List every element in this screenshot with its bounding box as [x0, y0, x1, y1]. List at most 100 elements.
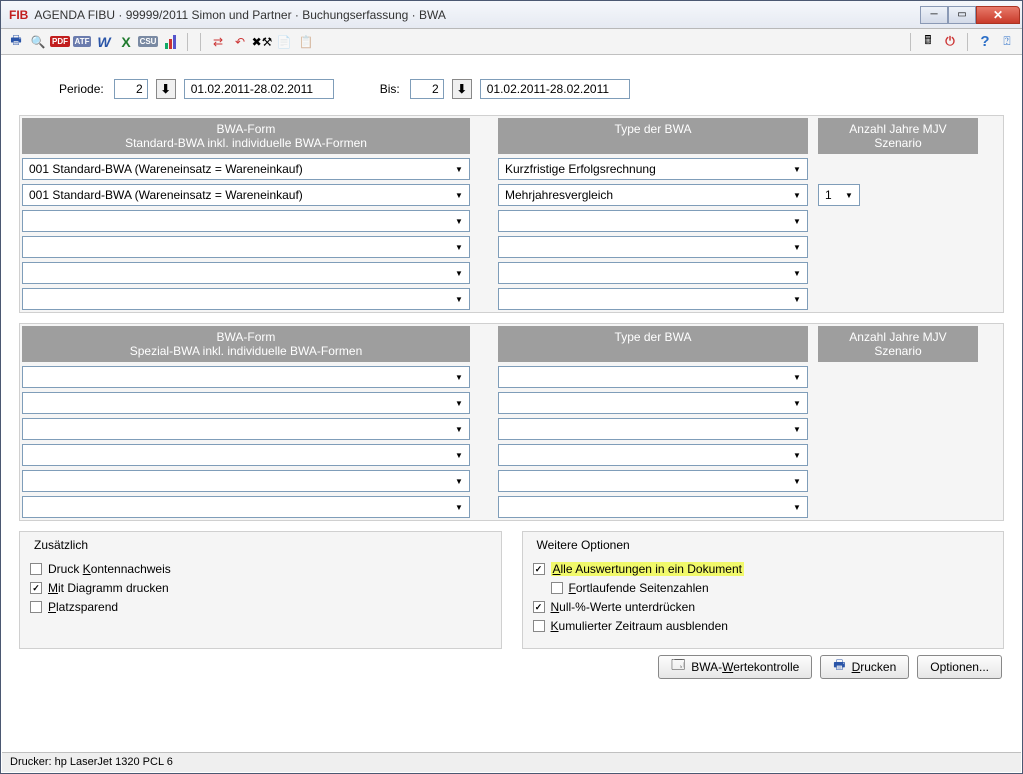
bwa-form-combo[interactable]: ▼: [22, 392, 470, 414]
col-header-type: Type der BWA: [498, 118, 808, 154]
period-from-date[interactable]: [184, 79, 334, 99]
col-header-bwa-form-2: BWA-Form Spezial-BWA inkl. individuelle …: [22, 326, 470, 362]
lbl-platzsparend: Platzsparend: [48, 600, 118, 614]
chevron-down-icon: ▼: [451, 369, 467, 385]
bwa-type-combo[interactable]: ▼: [498, 444, 808, 466]
chevron-down-icon: ▼: [451, 291, 467, 307]
bwa-type-combo[interactable]: ▼: [498, 470, 808, 492]
period-to-date[interactable]: [480, 79, 630, 99]
spz-row: ▼▼: [22, 418, 1001, 440]
zusaetzlich-title: Zusätzlich: [30, 538, 491, 552]
spz-row: ▼▼: [22, 496, 1001, 518]
period-to-picker[interactable]: ⬇: [452, 79, 472, 99]
bwa-type-combo[interactable]: ▼: [498, 236, 808, 258]
bwa-form-combo[interactable]: 001 Standard-BWA (Wareneinsatz = Warenei…: [22, 158, 470, 180]
print-icon-btn: 🖶: [833, 656, 845, 678]
bwa-form-combo[interactable]: ▼: [22, 366, 470, 388]
chk-platzsparend[interactable]: [30, 601, 42, 613]
bwa-form-combo[interactable]: ▼: [22, 262, 470, 284]
col-header-type-2: Type der BWA: [498, 326, 808, 362]
paste-icon[interactable]: 📋: [297, 33, 315, 51]
word-icon[interactable]: W: [95, 33, 113, 51]
chevron-down-icon: ▼: [451, 395, 467, 411]
bwa-form-combo[interactable]: 001 Standard-BWA (Wareneinsatz = Warenei…: [22, 184, 470, 206]
chk-diagramm[interactable]: [30, 582, 42, 594]
optionen-button[interactable]: Optionen...: [917, 655, 1002, 679]
col-header-mjv: Anzahl Jahre MJV Szenario: [818, 118, 978, 154]
bwa-wertekontrolle-button[interactable]: 🗔 BWA-Wertekontrolle: [658, 655, 812, 679]
tools-icon[interactable]: ✖⚒: [253, 33, 271, 51]
bwa-form-combo[interactable]: ▼: [22, 444, 470, 466]
chevron-down-icon: ▼: [841, 187, 857, 203]
chevron-down-icon: ▼: [789, 291, 805, 307]
chevron-down-icon: ▼: [451, 187, 467, 203]
excel-icon[interactable]: X: [117, 33, 135, 51]
chevron-down-icon: ▼: [789, 161, 805, 177]
chk-alle-auswertungen[interactable]: [533, 563, 545, 575]
spz-row: ▼▼: [22, 470, 1001, 492]
chart-icon[interactable]: [161, 33, 179, 51]
bwa-type-combo[interactable]: ▼: [498, 496, 808, 518]
lbl-kontennachweis: Druck Kontennachweis: [48, 562, 171, 576]
whatsthis-icon[interactable]: ⍰: [998, 33, 1016, 51]
spz-row: ▼▼: [22, 366, 1001, 388]
bwa-form-combo[interactable]: ▼: [22, 496, 470, 518]
maximize-button[interactable]: ▭: [948, 6, 976, 24]
chk-fortlaufende[interactable]: [551, 582, 563, 594]
bwa-form-combo[interactable]: ▼: [22, 210, 470, 232]
chevron-down-icon: ▼: [451, 421, 467, 437]
bwa-type-combo[interactable]: ▼: [498, 210, 808, 232]
chevron-down-icon: ▼: [451, 213, 467, 229]
power-icon[interactable]: ⏻: [941, 33, 959, 51]
spz-row: ▼▼: [22, 392, 1001, 414]
zusaetzlich-panel: Zusätzlich Druck Kontennachweis Mit Diag…: [19, 531, 502, 649]
lbl-kumuliert: Kumulierter Zeitraum ausblenden: [551, 619, 728, 633]
period-to-input[interactable]: [410, 79, 444, 99]
bwa-type-combo[interactable]: ▼: [498, 262, 808, 284]
bwa-form-combo[interactable]: ▼: [22, 236, 470, 258]
mjv-combo[interactable]: 1▼: [818, 184, 860, 206]
chevron-down-icon: ▼: [789, 499, 805, 515]
bwa-type-combo[interactable]: ▼: [498, 288, 808, 310]
preview-icon[interactable]: 🔍: [29, 33, 47, 51]
bwa-form-combo[interactable]: ▼: [22, 418, 470, 440]
bwa-form-combo[interactable]: ▼: [22, 470, 470, 492]
atf-icon[interactable]: ATF: [73, 33, 91, 51]
weitere-optionen-panel: Weitere Optionen Alle Auswertungen in ei…: [522, 531, 1005, 649]
period-from-picker[interactable]: ⬇: [156, 79, 176, 99]
chk-kumuliert[interactable]: [533, 620, 545, 632]
minimize-button[interactable]: ─: [920, 6, 948, 24]
std-row: ▼▼: [22, 288, 1001, 310]
toolbar: 🖶 🔍 PDF ATF W X CSU ⇄ ↶ ✖⚒ 📄 📋 🖩 ⏻ ? ⍰: [1, 29, 1022, 55]
bwa-type-combo[interactable]: Kurzfristige Erfolgsrechnung▼: [498, 158, 808, 180]
swap-icon[interactable]: ⇄: [209, 33, 227, 51]
close-button[interactable]: ✕: [976, 6, 1020, 24]
chevron-down-icon: ▼: [451, 161, 467, 177]
std-row: 001 Standard-BWA (Wareneinsatz = Warenei…: [22, 158, 1001, 180]
csv-icon[interactable]: CSU: [139, 33, 157, 51]
copy-icon[interactable]: 📄: [275, 33, 293, 51]
col-header-bwa-form: BWA-Form Standard-BWA inkl. individuelle…: [22, 118, 470, 154]
calculator-icon[interactable]: 🖩: [919, 33, 937, 51]
lbl-diagramm: Mit Diagramm drucken: [48, 581, 169, 595]
undo-icon[interactable]: ↶: [231, 33, 249, 51]
pdf-icon[interactable]: PDF: [51, 33, 69, 51]
period-to-label: Bis:: [380, 82, 400, 96]
chk-kontennachweis[interactable]: [30, 563, 42, 575]
chevron-down-icon: ▼: [451, 473, 467, 489]
bwa-form-combo[interactable]: ▼: [22, 288, 470, 310]
help-icon[interactable]: ?: [976, 33, 994, 51]
drucken-button[interactable]: 🖶 Drucken: [820, 655, 909, 679]
chevron-down-icon: ▼: [789, 421, 805, 437]
bwa-type-combo[interactable]: ▼: [498, 392, 808, 414]
std-row: ▼▼: [22, 262, 1001, 284]
bwa-type-combo[interactable]: ▼: [498, 366, 808, 388]
chk-nullwerte[interactable]: [533, 601, 545, 613]
bwa-type-combo[interactable]: ▼: [498, 418, 808, 440]
period-from-input[interactable]: [114, 79, 148, 99]
bwa-type-combo[interactable]: Mehrjahresvergleich▼: [498, 184, 808, 206]
chevron-down-icon: ▼: [789, 239, 805, 255]
chevron-down-icon: ▼: [789, 213, 805, 229]
period-label: Periode:: [59, 82, 104, 96]
print-icon[interactable]: 🖶: [7, 33, 25, 51]
